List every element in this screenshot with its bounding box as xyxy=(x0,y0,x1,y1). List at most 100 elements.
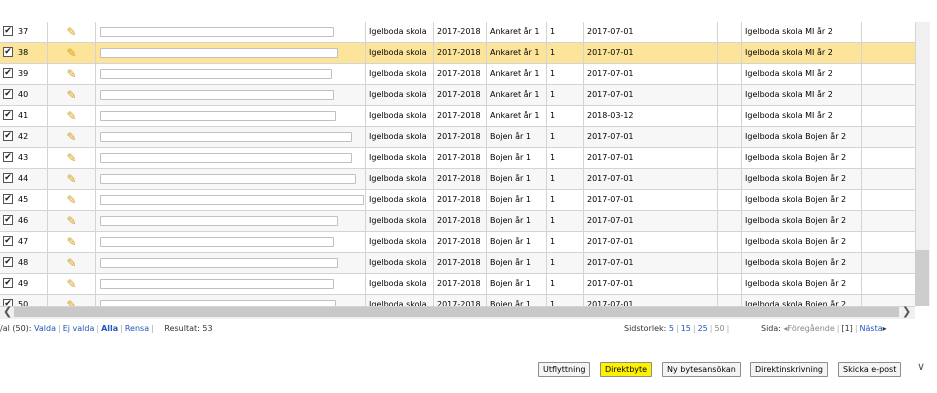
pencil-icon[interactable]: ✎ xyxy=(66,106,76,126)
table-row[interactable]: ✔ 49 ✎ Igelboda skola 2017-2018 Bojen år 1 1 20… xyxy=(0,274,915,295)
empty-cell xyxy=(862,85,915,105)
select-valda-link[interactable]: Valda xyxy=(34,324,56,333)
table-row[interactable]: ✔ 38 ✎ Igelboda skola 2017-2018 Ankaret år 11… xyxy=(0,43,915,64)
grid-footer: /al (50): Valda | Ej valda | Alla | Rensa | Res… xyxy=(0,322,915,336)
scroll-right-icon[interactable]: ❯ xyxy=(902,306,911,318)
checkbox-checked-icon[interactable]: ✔ xyxy=(3,47,13,57)
pencil-icon[interactable]: ✎ xyxy=(66,190,76,210)
edit-cell[interactable]: ✎ xyxy=(48,106,96,126)
select-ej-valda-link[interactable]: Ej valda xyxy=(63,324,95,333)
page-size-15[interactable]: 15 xyxy=(681,324,691,333)
pencil-icon[interactable]: ✎ xyxy=(66,148,76,168)
year-cell: 2017-2018 xyxy=(434,106,487,126)
row-number: 44 xyxy=(18,169,48,189)
edit-cell[interactable]: ✎ xyxy=(48,43,96,63)
pencil-icon[interactable]: ✎ xyxy=(66,274,76,294)
checkbox-checked-icon[interactable]: ✔ xyxy=(3,89,13,99)
year-cell: 2017-2018 xyxy=(434,190,487,210)
checkbox-checked-icon[interactable]: ✔ xyxy=(3,215,13,225)
pencil-icon[interactable]: ✎ xyxy=(66,43,76,63)
redacted-name-box xyxy=(100,279,334,289)
empty-cell xyxy=(718,211,742,231)
quantity-cell: 1 xyxy=(547,232,584,252)
horizontal-scroll-thumb[interactable] xyxy=(14,307,899,317)
vertical-scroll-thumb[interactable] xyxy=(915,250,929,306)
date-cell: 2017-07-01 xyxy=(584,43,718,63)
table-row[interactable]: ✔ 43 ✎ Igelboda skola 2017-2018 Bojen år 1 1 20… xyxy=(0,148,915,169)
checkbox-checked-icon[interactable]: ✔ xyxy=(3,131,13,141)
checkbox-checked-icon[interactable]: ✔ xyxy=(3,236,13,246)
checkbox-checked-icon[interactable]: ✔ xyxy=(3,110,13,120)
redacted-name-box xyxy=(100,237,334,247)
page-size-5[interactable]: 5 xyxy=(669,324,674,333)
table-row[interactable]: ✔ 48 ✎ Igelboda skola 2017-2018 Bojen år 1 1 20… xyxy=(0,253,915,274)
table-row[interactable]: ✔ 42 ✎ Igelboda skola 2017-2018 Bojen år 1 1 20… xyxy=(0,127,915,148)
edit-cell[interactable]: ✎ xyxy=(48,22,96,42)
edit-cell[interactable]: ✎ xyxy=(48,190,96,210)
checkbox-checked-icon[interactable]: ✔ xyxy=(3,26,13,36)
checkbox-checked-icon[interactable]: ✔ xyxy=(3,278,13,288)
redacted-name-box xyxy=(100,69,332,79)
result-count: Resultat: 53 xyxy=(164,324,213,333)
edit-cell[interactable]: ✎ xyxy=(48,148,96,168)
table-row[interactable]: ✔ 46 ✎ Igelboda skola 2017-2018 Bojen år 1 1 20… xyxy=(0,211,915,232)
row-number: 43 xyxy=(18,148,48,168)
next-page-link[interactable]: Nästa xyxy=(860,324,883,333)
pencil-icon[interactable]: ✎ xyxy=(66,169,76,189)
page-size-25[interactable]: 25 xyxy=(698,324,708,333)
edit-cell[interactable]: ✎ xyxy=(48,211,96,231)
empty-cell xyxy=(862,106,915,126)
empty-cell xyxy=(862,64,915,84)
edit-cell[interactable]: ✎ xyxy=(48,127,96,147)
date-cell: 2017-07-01 xyxy=(584,253,718,273)
pencil-icon[interactable]: ✎ xyxy=(66,85,76,105)
scroll-left-icon[interactable]: ❮ xyxy=(3,306,12,318)
pencil-icon[interactable]: ✎ xyxy=(66,211,76,231)
pencil-icon[interactable]: ✎ xyxy=(66,22,76,42)
unit-cell: Bojen år 1 xyxy=(487,232,547,252)
skicka-epost-button[interactable]: Skicka e-post xyxy=(838,362,902,377)
name-field xyxy=(96,22,366,42)
ny-bytesansokan-button[interactable]: Ny bytesansökan xyxy=(662,362,741,377)
pencil-icon[interactable]: ✎ xyxy=(66,232,76,252)
edit-cell[interactable]: ✎ xyxy=(48,274,96,294)
school-cell: Igelboda skola xyxy=(366,211,434,231)
checkbox-checked-icon[interactable]: ✔ xyxy=(3,257,13,267)
group-cell: Igelboda skola Bojen år 2 xyxy=(742,232,862,252)
utflyttning-button[interactable]: Utflyttning xyxy=(538,362,591,377)
edit-cell[interactable]: ✎ xyxy=(48,85,96,105)
school-cell: Igelboda skola xyxy=(366,22,434,42)
edit-cell[interactable]: ✎ xyxy=(48,169,96,189)
name-field xyxy=(96,148,366,168)
edit-cell[interactable]: ✎ xyxy=(48,253,96,273)
table-row[interactable]: ✔ 44 ✎ Igelboda skola 2017-2018 Bojen år 1 1 20… xyxy=(0,169,915,190)
next-page-icon[interactable]: ▸ xyxy=(883,324,887,333)
pencil-icon[interactable]: ✎ xyxy=(66,127,76,147)
table-row[interactable]: ✔ 40 ✎ Igelboda skola 2017-2018 Ankaret år 11… xyxy=(0,85,915,106)
date-cell: 2017-07-01 xyxy=(584,64,718,84)
table-row[interactable]: ✔ 37 ✎ Igelboda skola 2017-2018 Ankaret år 11… xyxy=(0,22,915,43)
name-field xyxy=(96,190,366,210)
checkbox-checked-icon[interactable]: ✔ xyxy=(3,152,13,162)
pencil-icon[interactable]: ✎ xyxy=(66,253,76,273)
group-cell: Igelboda skola MI år 2 xyxy=(742,43,862,63)
edit-cell[interactable]: ✎ xyxy=(48,64,96,84)
scroll-down-icon[interactable]: ∨ xyxy=(917,361,925,373)
checkbox-checked-icon[interactable]: ✔ xyxy=(3,194,13,204)
group-cell: Igelboda skola Bojen år 2 xyxy=(742,253,862,273)
rensa-link[interactable]: Rensa xyxy=(125,324,149,333)
table-row[interactable]: ✔ 45 ✎ Igelboda skola 2017-2018 Bojen år 1 1 20… xyxy=(0,190,915,211)
group-cell: Igelboda skola MI år 2 xyxy=(742,64,862,84)
table-row[interactable]: ✔ 39 ✎ Igelboda skola 2017-2018 Ankaret år 11… xyxy=(0,64,915,85)
checkbox-checked-icon[interactable]: ✔ xyxy=(3,173,13,183)
table-row[interactable]: ✔ 47 ✎ Igelboda skola 2017-2018 Bojen år 1 1 20… xyxy=(0,232,915,253)
direktbyte-button[interactable]: Direktbyte xyxy=(600,362,653,377)
empty-cell xyxy=(862,43,915,63)
direktinskrivning-button[interactable]: Direktinskrivning xyxy=(750,362,828,377)
select-alla-link[interactable]: Alla xyxy=(101,324,118,333)
quantity-cell: 1 xyxy=(547,43,584,63)
pencil-icon[interactable]: ✎ xyxy=(66,64,76,84)
checkbox-checked-icon[interactable]: ✔ xyxy=(3,68,13,78)
table-row[interactable]: ✔ 41 ✎ Igelboda skola 2017-2018 Ankaret år 11… xyxy=(0,106,915,127)
edit-cell[interactable]: ✎ xyxy=(48,232,96,252)
